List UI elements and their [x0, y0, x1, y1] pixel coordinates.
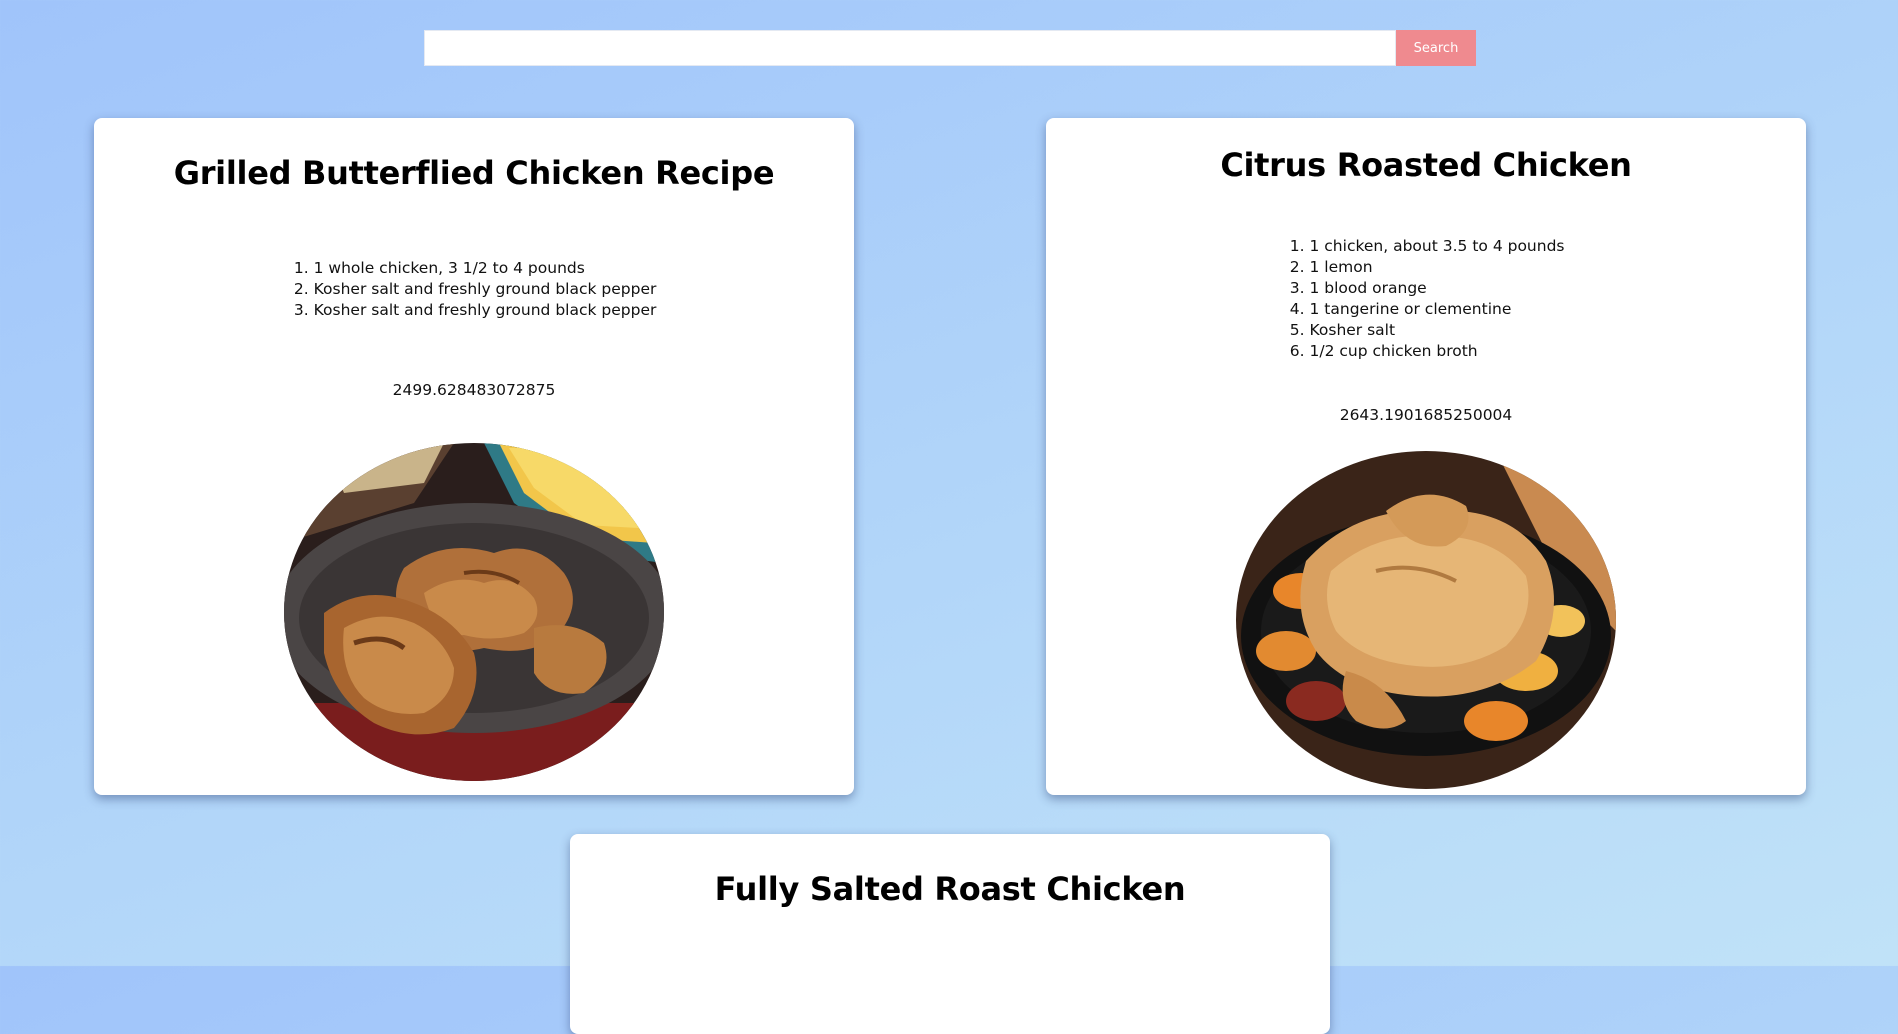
- recipe-title: Citrus Roasted Chicken: [1220, 146, 1632, 184]
- recipe-title: Fully Salted Roast Chicken: [714, 870, 1186, 908]
- ingredient-item: 1 blood orange: [1310, 278, 1565, 299]
- ingredients-container: 1 whole chicken, 3 1/2 to 4 pounds Koshe…: [94, 258, 854, 321]
- search-button[interactable]: Search: [1396, 30, 1476, 66]
- ingredient-item: 1 chicken, about 3.5 to 4 pounds: [1310, 236, 1565, 257]
- recipe-image: [1236, 451, 1616, 789]
- recipe-score: 2643.1901685250004: [1339, 406, 1513, 424]
- search-input[interactable]: [424, 30, 1396, 66]
- recipe-card[interactable]: Grilled Butterflied Chicken Recipe 1 who…: [94, 118, 854, 795]
- recipe-card[interactable]: Fully Salted Roast Chicken: [570, 834, 1330, 1034]
- ingredients-container: 1 chicken, about 3.5 to 4 pounds 1 lemon…: [1046, 236, 1806, 362]
- ingredient-list: 1 chicken, about 3.5 to 4 pounds 1 lemon…: [1288, 236, 1565, 362]
- ingredient-item: Kosher salt and freshly ground black pep…: [314, 279, 657, 300]
- ingredient-item: Kosher salt: [1310, 320, 1565, 341]
- ingredient-item: 1 tangerine or clementine: [1310, 299, 1565, 320]
- recipe-score: 2499.628483072875: [392, 381, 556, 399]
- recipe-card[interactable]: Citrus Roasted Chicken 1 chicken, about …: [1046, 118, 1806, 795]
- ingredient-item: 1/2 cup chicken broth: [1310, 341, 1565, 362]
- recipe-title: Grilled Butterflied Chicken Recipe: [173, 154, 775, 192]
- ingredient-item: 1 lemon: [1310, 257, 1565, 278]
- search-bar: Search: [424, 30, 1476, 66]
- ingredient-list: 1 whole chicken, 3 1/2 to 4 pounds Koshe…: [292, 258, 657, 321]
- ingredient-item: 1 whole chicken, 3 1/2 to 4 pounds: [314, 258, 657, 279]
- ingredient-item: Kosher salt and freshly ground black pep…: [314, 300, 657, 321]
- recipe-image: [284, 443, 664, 781]
